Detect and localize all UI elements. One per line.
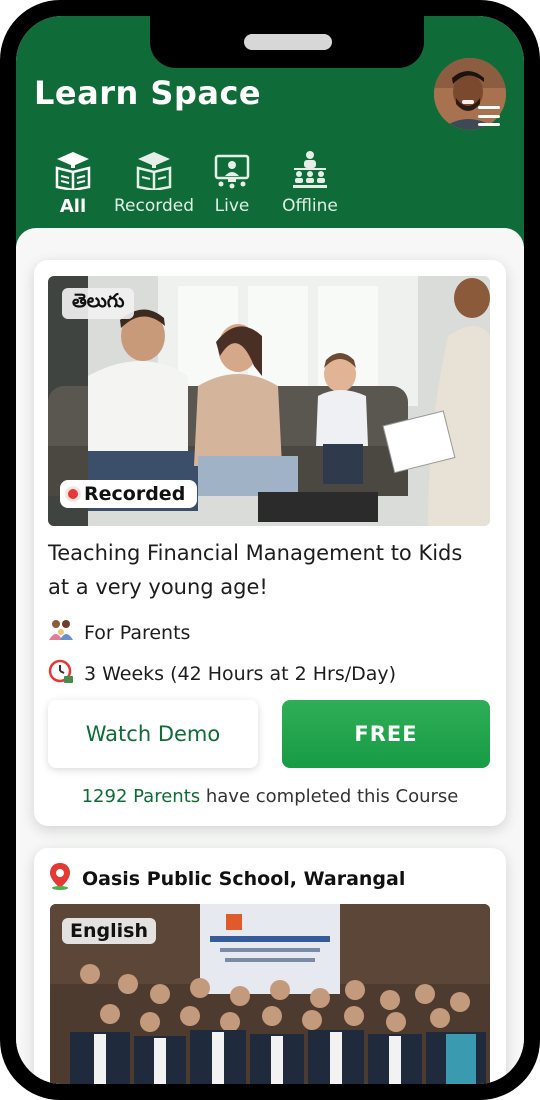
tab-offline[interactable]: Offline bbox=[270, 146, 350, 216]
language-badge: English bbox=[62, 918, 156, 944]
completion-stat: 1292 Parents have completed this Course bbox=[34, 786, 506, 807]
course-thumbnail[interactable]: తెలుగు Recorded bbox=[48, 276, 490, 526]
duration-label: 3 Weeks (42 Hours at 2 Hrs/Day) bbox=[84, 662, 397, 685]
tab-all[interactable]: All bbox=[46, 146, 100, 217]
phone-frame: Learn Space All Recorded Live Offline తె… bbox=[0, 0, 540, 1100]
location-pin-icon bbox=[48, 862, 72, 895]
watch-demo-button[interactable]: Watch Demo bbox=[48, 700, 258, 768]
classroom-icon bbox=[270, 146, 350, 190]
menu-line bbox=[478, 114, 500, 118]
tab-label: Live bbox=[214, 196, 250, 216]
app-title: Learn Space bbox=[34, 74, 262, 112]
course-title: Teaching Financial Management to Kids at… bbox=[48, 541, 463, 599]
language-badge: తెలుగు bbox=[62, 288, 135, 319]
books-icon bbox=[46, 146, 100, 190]
audience-label: For Parents bbox=[84, 621, 191, 644]
clock-icon bbox=[48, 658, 74, 689]
menu-line bbox=[478, 106, 500, 109]
course-card[interactable]: తెలుగు Recorded Teaching Financial Manag… bbox=[34, 260, 506, 826]
record-dot-icon bbox=[68, 489, 78, 499]
parents-icon bbox=[48, 618, 74, 647]
location-label: Oasis Public School, Warangal bbox=[82, 867, 406, 890]
tab-label: All bbox=[59, 196, 87, 217]
tab-label: Recorded bbox=[114, 196, 194, 216]
app-screen: Learn Space All Recorded Live Offline తె… bbox=[16, 16, 524, 1084]
course-thumbnail[interactable]: English bbox=[50, 904, 490, 1084]
tab-label: Offline bbox=[282, 196, 338, 216]
duration-row: 3 Weeks (42 Hours at 2 Hrs/Day) bbox=[48, 658, 396, 689]
speaker bbox=[244, 34, 332, 50]
location-row: Oasis Public School, Warangal bbox=[48, 862, 405, 895]
tab-live[interactable]: Live bbox=[210, 146, 254, 216]
live-monitor-icon bbox=[210, 146, 254, 190]
menu-button[interactable] bbox=[478, 106, 500, 126]
recorded-badge-label: Recorded bbox=[84, 483, 186, 505]
completed-text: have completed this Course bbox=[205, 786, 459, 807]
notch bbox=[150, 16, 424, 68]
audience-row: For Parents bbox=[48, 618, 190, 647]
recorded-badge: Recorded bbox=[60, 480, 198, 508]
tab-recorded[interactable]: Recorded bbox=[112, 146, 196, 216]
recorded-book-icon bbox=[112, 146, 196, 190]
free-enroll-button[interactable]: FREE bbox=[282, 700, 490, 768]
completed-count: 1292 Parents bbox=[81, 786, 201, 807]
course-list[interactable]: తెలుగు Recorded Teaching Financial Manag… bbox=[16, 228, 524, 1084]
menu-line bbox=[478, 123, 500, 126]
tab-bar: All Recorded Live Offline bbox=[16, 146, 524, 243]
course-card[interactable]: Oasis Public School, Warangal English bbox=[34, 848, 506, 1084]
